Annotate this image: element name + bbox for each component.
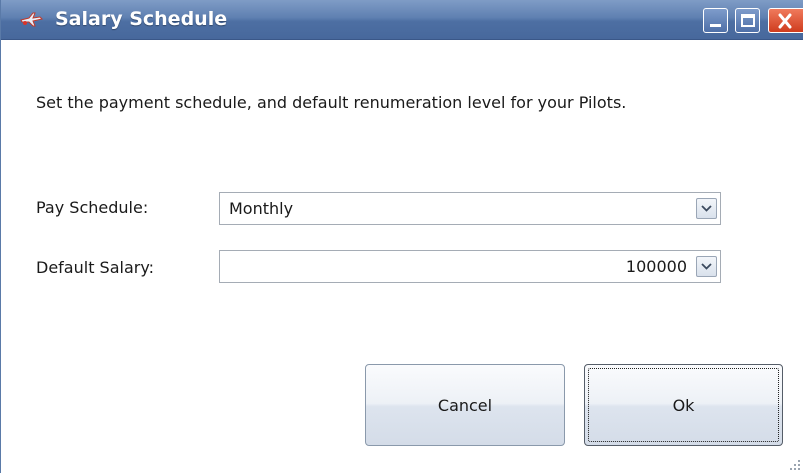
cancel-button-label: Cancel [437,395,493,415]
pay-schedule-dropdown-button[interactable] [696,198,717,219]
ok-button[interactable]: Ok [584,364,783,446]
close-icon [778,13,792,29]
pay-schedule-select[interactable]: Monthly [219,192,721,225]
maximize-icon [741,14,755,27]
close-button[interactable] [768,8,803,33]
plane-icon [19,11,43,29]
window-title: Salary Schedule [55,8,228,30]
title-bar[interactable]: Salary Schedule [1,0,803,40]
maximize-button[interactable] [735,8,760,33]
default-salary-input[interactable]: 100000 [219,250,721,283]
cancel-button[interactable]: Cancel [365,364,565,446]
default-salary-label: Default Salary: [36,258,155,277]
salary-schedule-dialog: Salary Schedule Set the payment schedule… [0,0,803,473]
minimize-icon [710,24,721,27]
chevron-down-icon [701,263,712,270]
ok-button-label: Ok [672,395,695,415]
default-salary-value: 100000 [625,257,687,276]
description-text: Set the payment schedule, and default re… [36,93,627,112]
minimize-button[interactable] [703,8,728,33]
default-salary-dropdown-button[interactable] [696,256,717,277]
chevron-down-icon [701,205,712,212]
resize-grip-icon[interactable] [789,459,801,471]
pay-schedule-label: Pay Schedule: [36,198,149,217]
pay-schedule-value: Monthly [229,199,294,218]
